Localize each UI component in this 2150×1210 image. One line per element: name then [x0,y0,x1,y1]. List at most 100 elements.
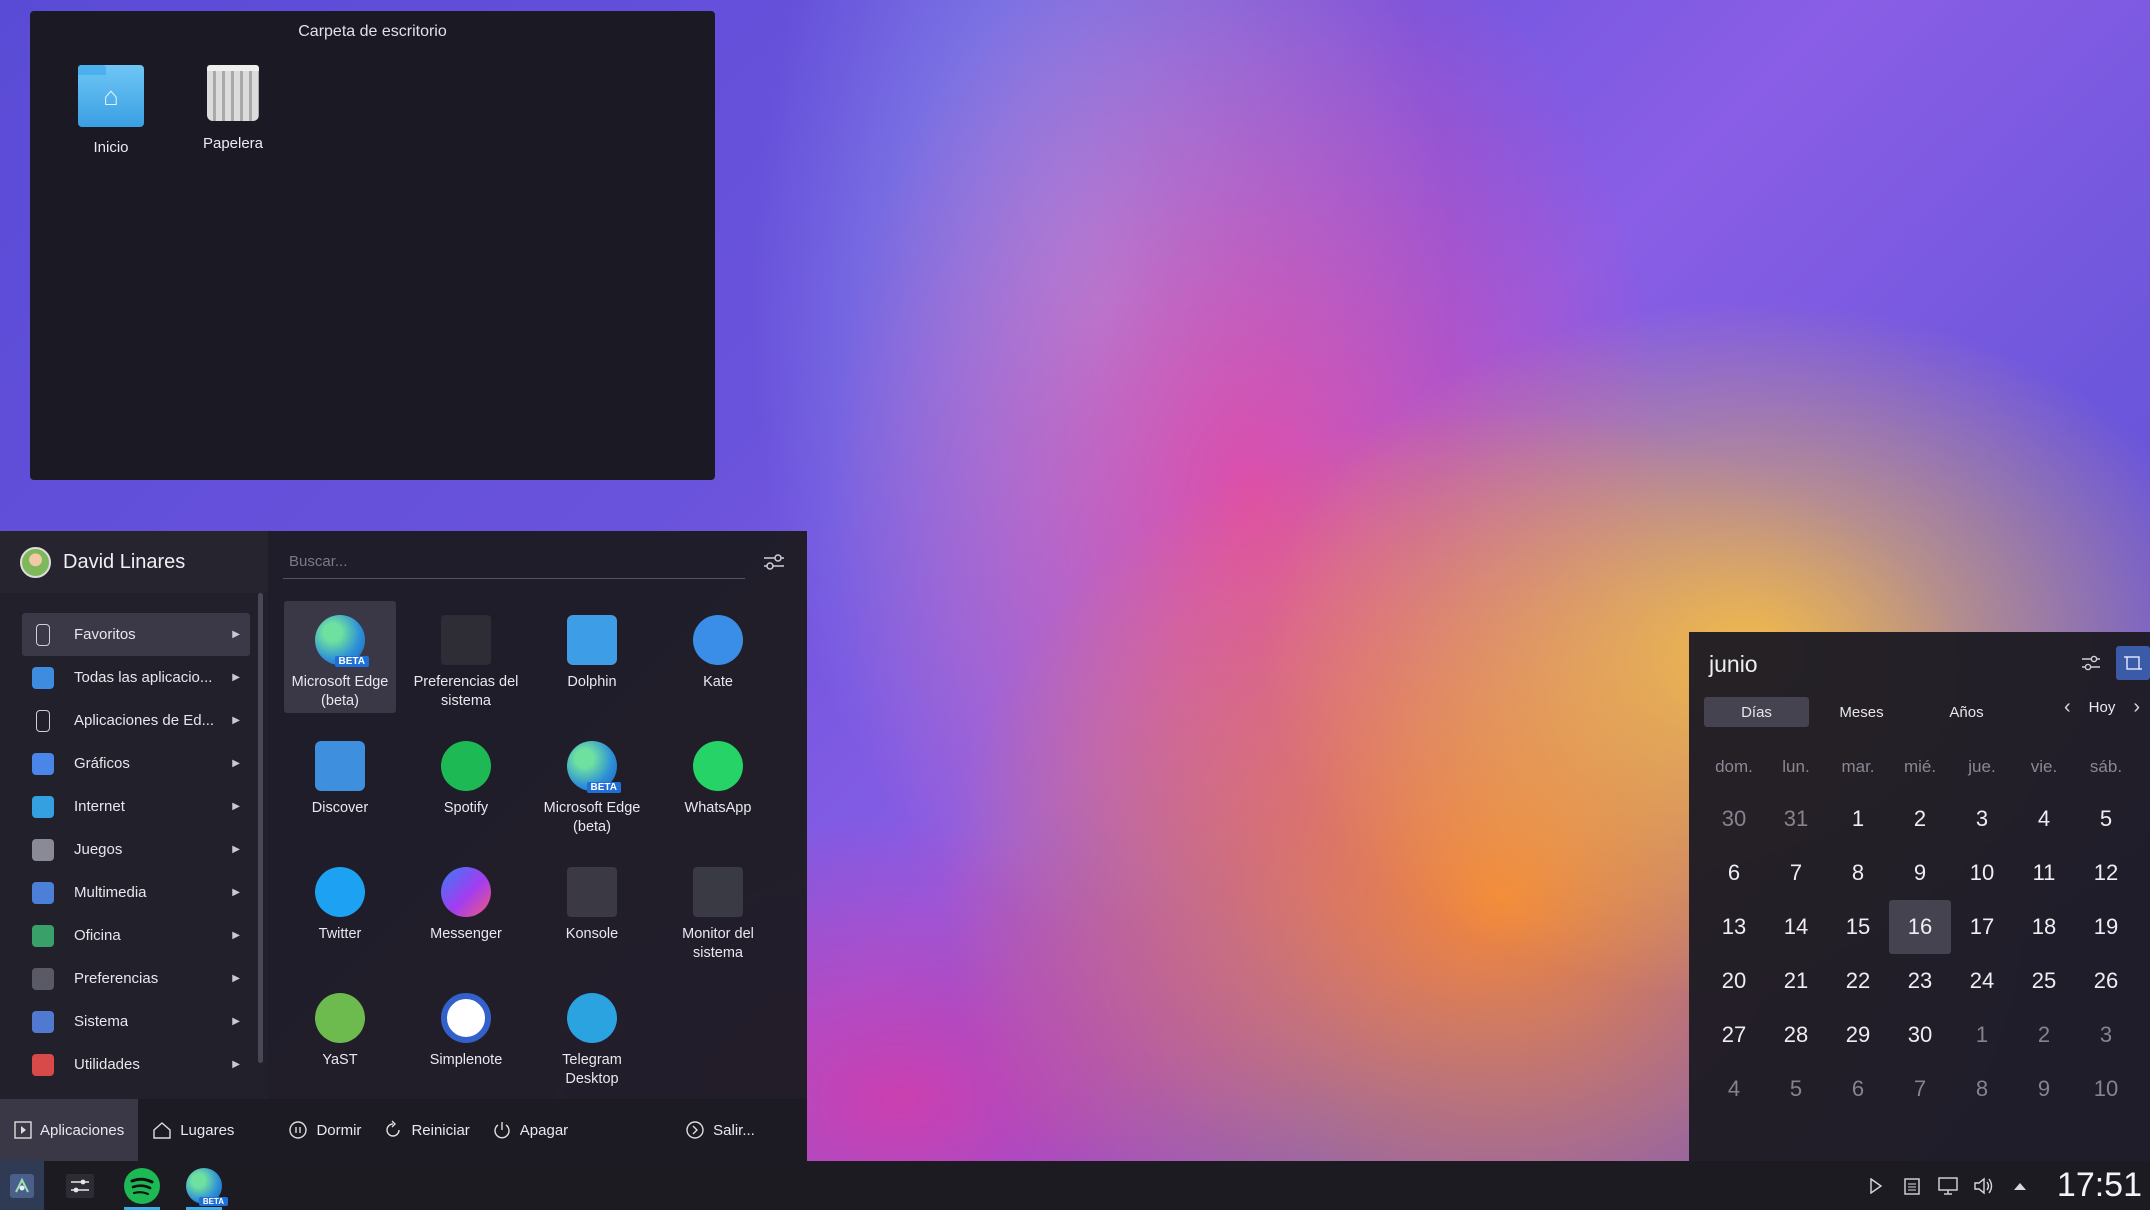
today-button[interactable]: Hoy [2089,699,2116,716]
volume-icon[interactable] [1969,1171,1999,1201]
calendar-day[interactable]: 3 [2075,1008,2137,1062]
calendar-day[interactable]: 5 [1765,1062,1827,1116]
calendar-day[interactable]: 10 [1951,846,2013,900]
calendar-day[interactable]: 2 [2013,1008,2075,1062]
calendar-day[interactable]: 15 [1827,900,1889,954]
app-tile[interactable]: Messenger [410,853,522,965]
calendar-day[interactable]: 6 [1703,846,1765,900]
app-tile[interactable]: Simplenote [410,979,522,1091]
category-scrollbar[interactable] [258,593,263,1063]
calendar-day[interactable]: 1 [1951,1008,2013,1062]
category-item[interactable]: Utilidades ▶ [22,1043,250,1086]
app-tile[interactable]: Kate [662,601,774,713]
calendar-day[interactable]: 7 [1765,846,1827,900]
desktop-icon-home[interactable]: ⌂ Inicio [68,61,154,156]
taskbar-spotify[interactable] [116,1161,168,1210]
calendar-day[interactable]: 24 [1951,954,2013,1008]
app-tile[interactable]: Twitter [284,853,396,965]
display-icon[interactable] [1933,1171,1963,1201]
search-input[interactable] [283,545,745,579]
calendar-day[interactable]: 13 [1703,900,1765,954]
calendar-day[interactable]: 11 [2013,846,2075,900]
app-tile[interactable]: Konsole [536,853,648,965]
app-tile[interactable]: BETA Microsoft Edge (beta) [536,727,648,839]
calendar-day[interactable]: 27 [1703,1008,1765,1062]
calendar-day[interactable]: 23 [1889,954,1951,1008]
app-tile[interactable]: Monitor del sistema [662,853,774,965]
calendar-tab-years[interactable]: Años [1914,697,2019,727]
category-icon [32,881,54,904]
calendar-day[interactable]: 7 [1889,1062,1951,1116]
calendar-day[interactable]: 30 [1889,1008,1951,1062]
calendar-day[interactable]: 14 [1765,900,1827,954]
configure-icon[interactable] [759,547,789,577]
restart-button[interactable]: Reiniciar [383,1120,470,1140]
category-item[interactable]: Todas las aplicacio... ▶ [22,656,250,699]
app-tile[interactable]: Preferencias del sistema [410,601,522,713]
calendar-day[interactable]: 18 [2013,900,2075,954]
calendar-day[interactable]: 20 [1703,954,1765,1008]
category-item[interactable]: Preferencias ▶ [22,957,250,1000]
sleep-button[interactable]: Dormir [288,1120,361,1140]
tab-places[interactable]: Lugares [138,1099,248,1161]
category-item[interactable]: Internet ▶ [22,785,250,828]
category-item[interactable]: Aplicaciones de Ed... ▶ [22,699,250,742]
app-tile[interactable]: Dolphin [536,601,648,713]
calendar-day[interactable]: 9 [2013,1062,2075,1116]
category-item[interactable]: Sistema ▶ [22,1000,250,1043]
category-item[interactable]: Favoritos ▶ [22,613,250,656]
play-icon[interactable] [1861,1171,1891,1201]
calendar-day[interactable]: 28 [1765,1008,1827,1062]
app-tile[interactable]: WhatsApp [662,727,774,839]
calendar-configure-button[interactable] [2074,646,2108,680]
app-tile[interactable]: BETA Microsoft Edge (beta) [284,601,396,713]
calendar-day[interactable]: 2 [1889,792,1951,846]
calendar-day[interactable]: 6 [1827,1062,1889,1116]
taskbar-edge-beta[interactable]: BETA [178,1161,230,1210]
calendar-day[interactable]: 5 [2075,792,2137,846]
category-item[interactable]: Oficina ▶ [22,914,250,957]
calendar-day[interactable]: 17 [1951,900,2013,954]
taskbar-system-settings[interactable] [54,1161,106,1210]
calendar-day[interactable]: 26 [2075,954,2137,1008]
calendar-day[interactable]: 16 [1889,900,1951,954]
calendar-day[interactable]: 29 [1827,1008,1889,1062]
app-tile[interactable]: Spotify [410,727,522,839]
calendar-tab-days[interactable]: Días [1704,697,1809,727]
previous-month-icon[interactable]: ‹ [2064,696,2071,719]
application-launcher-button[interactable] [0,1161,44,1210]
shutdown-button[interactable]: Apagar [492,1120,568,1140]
logout-button[interactable]: Salir... [685,1120,755,1140]
expand-tray-icon[interactable] [2005,1171,2035,1201]
category-item[interactable]: Juegos ▶ [22,828,250,871]
calendar-day[interactable]: 30 [1703,792,1765,846]
app-tile[interactable]: Telegram Desktop [536,979,648,1091]
calendar-day[interactable]: 8 [1827,846,1889,900]
category-item[interactable]: Gráficos ▶ [22,742,250,785]
clipboard-icon[interactable] [1897,1171,1927,1201]
calendar-day[interactable]: 22 [1827,954,1889,1008]
calendar-day[interactable]: 4 [1703,1062,1765,1116]
calendar-day[interactable]: 3 [1951,792,2013,846]
calendar-day[interactable]: 10 [2075,1062,2137,1116]
calendar-day[interactable]: 25 [2013,954,2075,1008]
weekday-label: vie. [2030,757,2058,776]
app-tile[interactable]: Discover [284,727,396,839]
calendar-day[interactable]: 31 [1765,792,1827,846]
category-item[interactable]: Multimedia ▶ [22,871,250,914]
calendar-day[interactable]: 19 [2075,900,2137,954]
app-tile[interactable]: YaST [284,979,396,1091]
calendar-day[interactable]: 1 [1827,792,1889,846]
user-area[interactable]: David Linares [0,531,268,593]
calendar-day[interactable]: 4 [2013,792,2075,846]
calendar-pin-button[interactable] [2116,646,2150,680]
tab-applications[interactable]: Aplicaciones [0,1099,139,1161]
desktop-icon-trash[interactable]: Papelera [190,61,276,156]
calendar-day[interactable]: 9 [1889,846,1951,900]
digital-clock[interactable]: 17:51 [2041,1166,2150,1205]
next-month-icon[interactable]: › [2133,696,2140,719]
calendar-tab-months[interactable]: Meses [1809,697,1914,727]
calendar-day[interactable]: 21 [1765,954,1827,1008]
calendar-day[interactable]: 12 [2075,846,2137,900]
calendar-day[interactable]: 8 [1951,1062,2013,1116]
